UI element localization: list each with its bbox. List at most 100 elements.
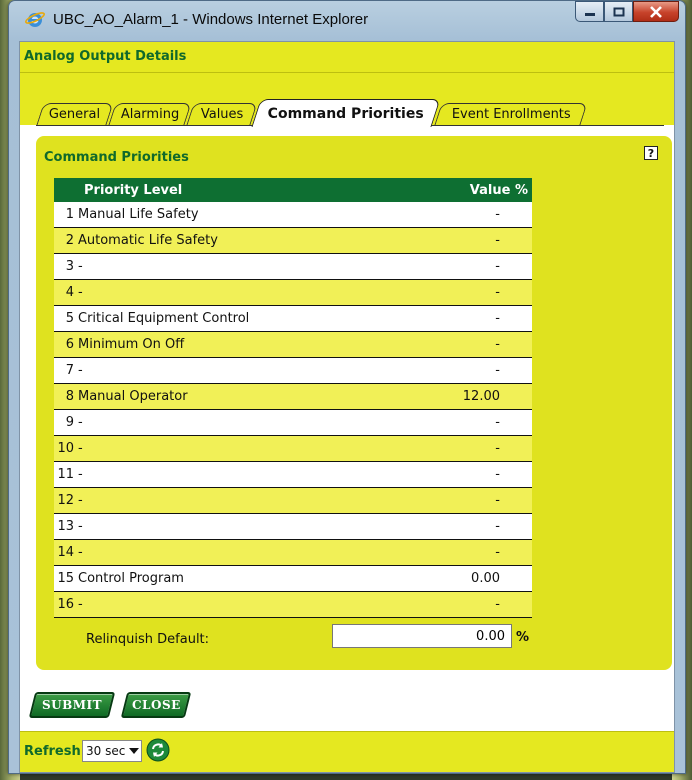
tab-alarming[interactable]: Alarming [108,103,192,125]
column-header-priority: Priority Level [54,178,402,202]
refresh-interval-select[interactable]: 30 sec [82,740,142,762]
table-row: 6 Minimum On Off - [54,331,532,358]
tab-label: General [49,107,101,122]
close-button[interactable]: CLOSE [120,692,192,718]
help-button[interactable]: ? [644,146,658,160]
minimize-icon [584,12,595,16]
table-row: 9-- [54,409,532,436]
priority-name: Manual Operator [78,383,402,410]
priority-name: Automatic Life Safety [78,227,402,254]
close-label: CLOSE [131,698,181,712]
submit-button[interactable]: SUBMIT [28,692,116,718]
table-row: 3-- [54,253,532,280]
table-row: 15 Control Program 0.00 [54,565,532,592]
priority-name: - [78,253,402,280]
table-row: 1 Manual Life Safety - [54,202,532,228]
command-priorities-panel: Command Priorities ? Priority Level Valu… [36,136,672,670]
priority-number: 13 [54,513,78,540]
table-row: 5 Critical Equipment Control - [54,305,532,332]
table-row: 14- - [54,539,532,566]
tab-label: Values [200,107,244,122]
priority-value: - [401,435,532,462]
column-header-value: Value % [401,178,532,202]
maximize-icon [613,7,624,16]
footer-bar: Refresh: 30 sec [20,731,674,772]
dropdown-arrow-icon [129,748,139,754]
minimize-button[interactable] [575,1,604,22]
tab-label: Command Priorities [267,105,424,122]
priority-value: - [401,202,532,228]
window-title: UBC_AO_Alarm_1 - Windows Internet Explor… [53,11,369,28]
refresh-interval-value: 30 sec [86,744,126,758]
priority-name: - [78,279,402,306]
priority-number: 16 [54,591,78,618]
priority-name: Minimum On Off [78,331,402,358]
tab-label: Alarming [120,107,180,122]
tab-strip: General Alarming Values Command Prioriti… [20,73,674,127]
tab-label: Event Enrollments [451,107,571,122]
panel-title: Command Priorities [44,150,189,165]
tab-values[interactable]: Values [186,103,258,125]
page-content: Analog Output Details General Alarming V… [19,41,675,773]
submit-label: SUBMIT [41,698,103,712]
priority-value: - [401,279,532,306]
tab-command-priorities[interactable]: Command Priorities [251,99,441,127]
priority-name: Control Program [78,565,402,592]
table-row: 16- - [54,591,532,618]
table-row: 4-- [54,279,532,306]
priority-value: - [401,513,532,540]
priority-number: 11 [54,461,78,488]
table-row: 8 Manual Operator 12.00 [54,383,532,410]
priority-value: - [401,305,532,332]
relinquish-unit: % [516,630,530,645]
priority-number: 4 [54,279,78,306]
priority-number: 9 [54,409,78,436]
close-icon [650,5,662,18]
priority-number: 14 [54,539,78,566]
priority-name: Critical Equipment Control [78,305,402,332]
priority-number: 8 [54,383,78,410]
table-row: 11- - [54,461,532,488]
table-row: 7-- [54,357,532,384]
page-title: Analog Output Details [24,49,187,64]
priority-table: Priority Level Value % 1 Manual Life Safe… [54,178,532,618]
relinquish-default-label: Relinquish Default: [86,632,210,647]
priority-number: 7 [54,357,78,384]
priority-name: - [78,461,402,488]
relinquish-default-input[interactable] [332,624,512,648]
priority-value: - [401,591,532,618]
title-bar[interactable]: UBC_AO_Alarm_1 - Windows Internet Explor… [9,1,685,41]
priority-name: - [78,435,402,462]
priority-name: - [78,591,402,618]
maximize-button[interactable] [604,1,633,22]
priority-number: 3 [54,253,78,280]
priority-number: 15 [54,565,78,592]
priority-value: - [401,357,532,384]
table-row: 2 Automatic Life Safety - [54,227,532,254]
priority-number: 10 [54,435,78,462]
header-bar: Analog Output Details [20,42,674,73]
close-window-button[interactable] [633,1,679,22]
table-header-row: Priority Level Value % [54,178,532,202]
priority-number: 5 [54,305,78,332]
table-row: 13- - [54,513,532,540]
tab-event-enrollments[interactable]: Event Enrollments [434,103,588,125]
priority-value: - [401,461,532,488]
priority-name: - [78,539,402,566]
priority-value: - [401,331,532,358]
refresh-icon[interactable] [146,738,170,762]
priority-value: - [401,409,532,436]
tab-general[interactable]: General [36,103,114,125]
internet-explorer-icon [25,12,45,27]
priority-value: - [401,539,532,566]
priority-value: 12.00 [401,383,532,410]
priority-value: 0.00 [401,565,532,592]
priority-number: 12 [54,487,78,514]
priority-name: - [78,487,402,514]
priority-name: - [78,357,402,384]
priority-name: - [78,513,402,540]
priority-name: Manual Life Safety [78,202,402,228]
priority-name: - [78,409,402,436]
priority-value: - [401,487,532,514]
priority-value: - [401,253,532,280]
